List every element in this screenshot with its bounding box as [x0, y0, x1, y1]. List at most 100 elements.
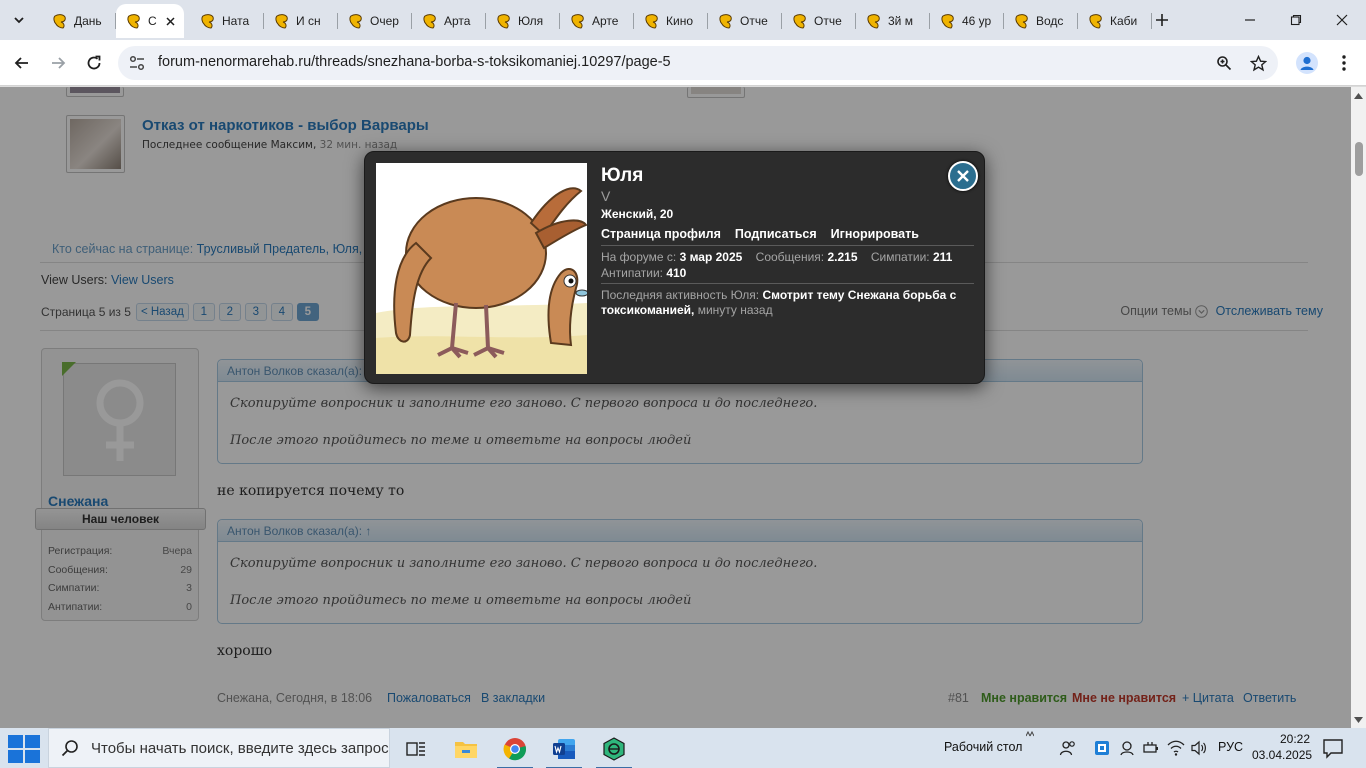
browser-tab[interactable]: Водс	[1004, 4, 1078, 38]
scrollbar-thumb[interactable]	[1355, 142, 1363, 176]
divider	[601, 245, 974, 246]
system-clock[interactable]: 20:22 03.04.2025	[1252, 731, 1312, 763]
language-indicator[interactable]: РУС	[1218, 740, 1243, 754]
star-icon	[1249, 54, 1267, 71]
forward-button[interactable]	[44, 49, 72, 77]
notification-center-icon[interactable]	[1322, 737, 1344, 759]
tab-label: И сн	[296, 14, 321, 28]
browser-tab[interactable]: Арте	[560, 4, 634, 38]
people-button[interactable]	[1058, 738, 1078, 758]
ignore-link[interactable]: Игнорировать	[831, 227, 919, 241]
member-title: V	[601, 188, 611, 204]
tab-strip: Дань С Ната И сн Очер Арта Юля Арте Кино Отче Отче…	[0, 0, 1366, 40]
browser-tab-active[interactable]: С	[116, 4, 184, 38]
browser-tab[interactable]: Каби	[1078, 4, 1152, 38]
site-settings-icon[interactable]	[128, 54, 146, 72]
desktop-toolbar-label[interactable]: Рабочий стол	[944, 740, 1022, 754]
forum-favicon-icon	[53, 14, 66, 29]
close-icon	[957, 170, 969, 182]
new-tab-button[interactable]	[1150, 8, 1174, 32]
browser-tab[interactable]: И сн	[264, 4, 338, 38]
volume-tray-button[interactable]	[1189, 738, 1209, 758]
url-text[interactable]: forum-nenormarehab.ru/threads/snezhana-b…	[158, 54, 671, 70]
forum-favicon-icon	[941, 14, 954, 29]
power-tray-button[interactable]	[1141, 738, 1161, 758]
member-activity: Последняя активность Юля: Смотрит тему С…	[601, 288, 971, 318]
dislikes-value: 410	[666, 266, 687, 280]
tab-label: Отче	[814, 14, 842, 28]
browser-tab[interactable]: Очер	[338, 4, 412, 38]
more-vertical-icon	[1342, 55, 1346, 71]
browser-tab[interactable]: 46 ур	[930, 4, 1004, 38]
browser-menu-button[interactable]	[1334, 52, 1354, 74]
forum-favicon-icon	[275, 14, 288, 29]
app-taskbar-button[interactable]	[594, 732, 634, 768]
zoom-button[interactable]	[1214, 53, 1234, 73]
tab-close-button[interactable]	[162, 13, 178, 29]
browser-tab[interactable]: Отче	[782, 4, 856, 38]
taskbar-search-box[interactable]: Чтобы начать поиск, введите здесь запрос	[48, 728, 390, 768]
search-icon	[61, 740, 78, 757]
network-app-tray-button[interactable]	[1092, 738, 1112, 758]
restore-button[interactable]	[1273, 4, 1319, 36]
tab-label: Отче	[740, 14, 768, 28]
browser-tab[interactable]: Ната	[190, 4, 264, 38]
messages-value[interactable]: 2.215	[827, 250, 857, 264]
task-view-button[interactable]	[396, 732, 436, 766]
word-icon	[553, 739, 575, 759]
divider	[601, 283, 974, 284]
forum-favicon-icon	[1015, 14, 1028, 29]
folder-icon	[455, 742, 477, 758]
member-gender-age: Женский, 20	[601, 207, 674, 221]
user-tray-button[interactable]	[1117, 738, 1137, 758]
clock-time: 20:22	[1279, 732, 1310, 746]
likes-label: Симпатии:	[870, 250, 933, 264]
tab-search-button[interactable]	[6, 7, 32, 33]
tab-label: Ната	[222, 14, 250, 28]
browser-tab[interactable]: 3й м	[856, 4, 930, 38]
profile-icon[interactable]	[1296, 52, 1318, 74]
chevron-down-icon	[14, 17, 24, 24]
word-taskbar-button[interactable]	[544, 732, 584, 768]
browser-toolbar: forum-nenormarehab.ru/threads/snezhana-b…	[0, 40, 1366, 86]
forum-favicon-icon	[571, 14, 584, 29]
scroll-up-arrow[interactable]	[1354, 91, 1363, 100]
chrome-icon	[503, 738, 527, 761]
back-button[interactable]	[8, 49, 36, 77]
triangle-up-icon	[1354, 92, 1363, 99]
toolbar-expand-icon[interactable]	[1024, 728, 1036, 740]
address-bar[interactable]: forum-nenormarehab.ru/threads/snezhana-b…	[118, 46, 1278, 80]
chrome-taskbar-button[interactable]	[495, 732, 535, 768]
scroll-down-arrow[interactable]	[1354, 715, 1363, 724]
browser-tab[interactable]: Кино	[634, 4, 708, 38]
browser-tab[interactable]: Дань	[42, 4, 116, 38]
windows-start-icon[interactable]	[8, 733, 40, 765]
wifi-tray-button[interactable]	[1166, 738, 1186, 758]
member-card-close-button[interactable]	[948, 161, 978, 191]
forum-favicon-icon	[201, 14, 214, 29]
browser-tab[interactable]: Юля	[486, 4, 560, 38]
browser-tab[interactable]: Отче	[708, 4, 782, 38]
follow-link[interactable]: Подписаться	[735, 227, 817, 241]
taskbar-search-placeholder[interactable]: Чтобы начать поиск, введите здесь запрос	[91, 740, 389, 757]
minimize-icon	[1245, 19, 1255, 21]
tab-label: Очер	[370, 14, 399, 28]
windows-taskbar: Чтобы начать поиск, введите здесь запрос…	[0, 728, 1366, 768]
tab-label: Арте	[592, 14, 619, 28]
user-face-icon	[1120, 741, 1134, 756]
member-avatar[interactable]	[376, 163, 587, 374]
bookmark-star-button[interactable]	[1248, 53, 1268, 73]
browser-tab[interactable]: Арта	[412, 4, 486, 38]
profile-page-link[interactable]: Страница профиля	[601, 227, 721, 241]
page-scrollbar[interactable]	[1351, 87, 1366, 728]
minimize-button[interactable]	[1227, 4, 1273, 36]
tab-label: Дань	[74, 14, 102, 28]
member-stats: На форуме с: 3 мар 2025 Сообщения: 2.215…	[601, 249, 981, 281]
forum-favicon-icon	[719, 14, 732, 29]
task-view-icon	[406, 742, 425, 756]
file-explorer-button[interactable]	[446, 732, 486, 766]
close-window-button[interactable]	[1319, 4, 1365, 36]
forum-favicon-icon	[497, 14, 510, 29]
reload-button[interactable]	[80, 49, 108, 77]
member-name[interactable]: Юля	[601, 165, 643, 187]
